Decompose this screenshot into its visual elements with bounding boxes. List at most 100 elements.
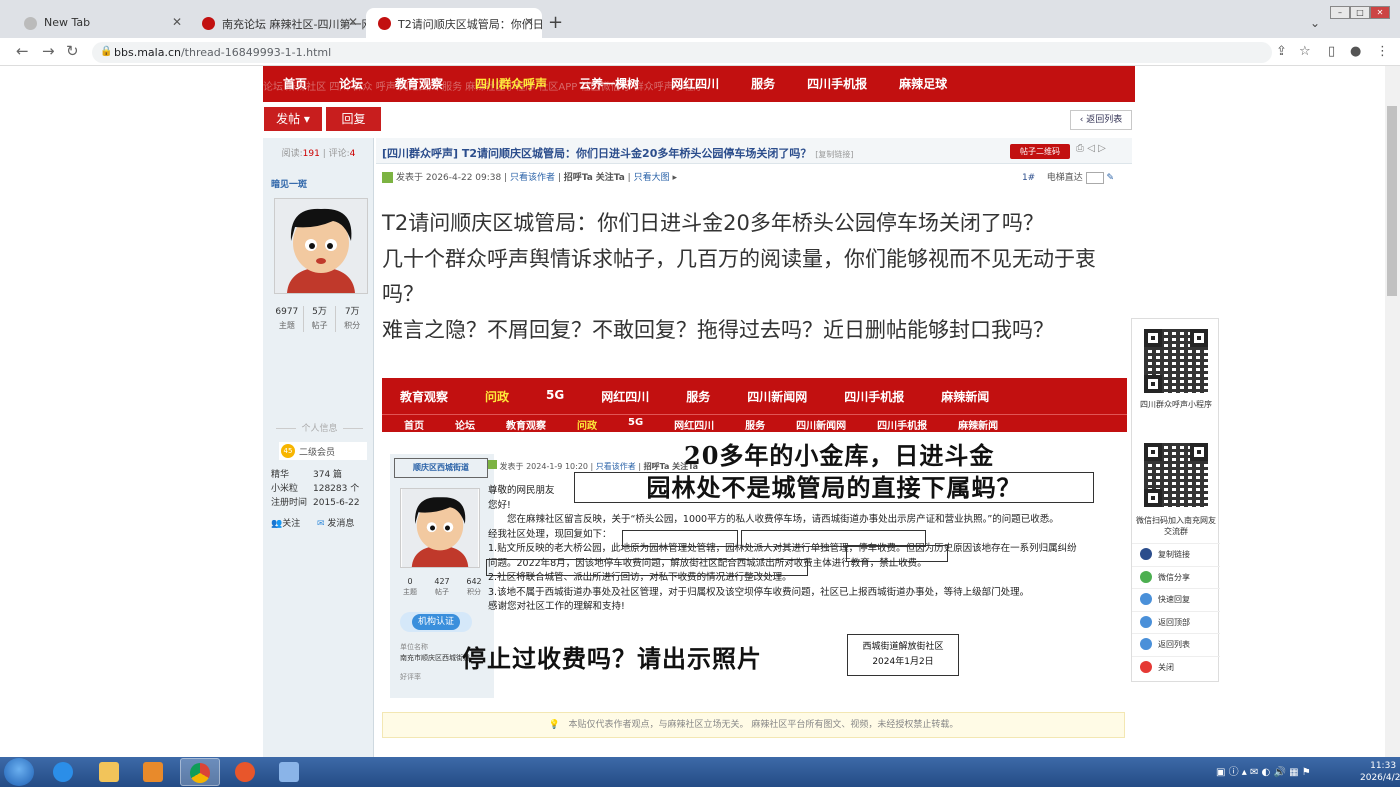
back-to-list-button[interactable]: ‹ 返回列表 (1070, 110, 1132, 130)
taskbar-app[interactable] (226, 758, 266, 786)
nav-item[interactable]: 网红四川 (671, 75, 719, 92)
nav-item[interactable]: 四川手机报 (807, 75, 867, 92)
follow-button[interactable]: 👥关注 (271, 516, 300, 529)
tab-new-tab[interactable]: New Tab ✕ (12, 8, 190, 38)
close-icon[interactable]: ✕ (348, 15, 358, 29)
chevron-down-icon[interactable]: ⌄ (1310, 16, 1320, 30)
taskbar-ie[interactable] (44, 758, 84, 786)
profile-icon[interactable]: ● (1350, 44, 1361, 59)
right-panel-label: 关闭 (1158, 662, 1174, 672)
taskbar-chrome[interactable] (180, 758, 220, 786)
sidepanel-icon[interactable]: ▯ (1328, 44, 1335, 59)
embedded-post-time: 发表于 2024-1-9 10:20 (499, 462, 588, 471)
ie-icon (53, 762, 73, 782)
right-panel-item[interactable]: 关闭 (1132, 655, 1220, 678)
thread-title: [四川群众呼声] T2请问顺庆区城管局：你们日进斗金20多年桥头公园停车场关闭了… (382, 145, 853, 161)
nav-item[interactable]: 教育观察 (395, 75, 443, 92)
start-button[interactable] (4, 758, 34, 786)
taskbar-explorer[interactable] (90, 758, 130, 786)
minimize-button[interactable]: – (1330, 6, 1350, 19)
qr-finder (1144, 375, 1162, 393)
embedded-nav-item: 服务 (686, 390, 711, 404)
qr2-caption: 微信扫码加入南充网友交流群 (1136, 516, 1216, 536)
prev-thread-icon[interactable]: ◁ (1087, 143, 1095, 154)
highlight-box (622, 530, 738, 547)
embedded-nav-item: 麻辣新闻 (941, 390, 990, 404)
post-qr-button[interactable]: 帖子二维码 (1010, 144, 1070, 159)
forward-arrow-icon[interactable]: → (42, 42, 55, 60)
reload-icon[interactable]: ↻ (66, 42, 79, 60)
embedded-nav-item: 网红四川 (674, 421, 715, 432)
close-window-button[interactable]: ✕ (1370, 6, 1390, 19)
replies-count: 4 (349, 149, 356, 159)
go-icon[interactable]: ✎ (1106, 173, 1114, 183)
count-topics: 0 主题 (394, 576, 426, 598)
close-icon[interactable]: ✕ (172, 15, 182, 29)
menu-dots-icon[interactable]: ⋮ (1376, 44, 1389, 59)
avatar[interactable] (274, 198, 368, 294)
page-scrollbar[interactable] (1385, 66, 1400, 757)
lock-icon: 🔒 (100, 46, 113, 57)
tab-thread[interactable]: T2请问顺庆区城管局：你们日进斗 ✕ (366, 8, 542, 38)
back-arrow-icon[interactable]: ← (16, 42, 29, 60)
right-panel-item[interactable]: 快速回复 (1132, 588, 1220, 610)
nav-item[interactable]: 麻辣足球 (899, 75, 947, 92)
follow-label: 关注 (282, 519, 301, 529)
stamp-date: 2024年1月2日 (872, 657, 934, 667)
jump-input[interactable] (1085, 171, 1104, 184)
url-field[interactable]: 🔒 bbs.mala.cn/thread-16849993-1-1.html (92, 42, 1272, 63)
nav-item[interactable]: 四川群众呼声 (475, 75, 547, 92)
count-posts[interactable]: 5万 帖子 (304, 306, 337, 332)
share-icon[interactable]: ⇪ (1276, 44, 1287, 59)
count-label: 帖子 (435, 588, 449, 596)
embedded-author-name: 顺庆区西城街道 (394, 458, 488, 478)
author-name[interactable]: 暗见一斑 (271, 177, 307, 190)
highlight-box (846, 545, 948, 562)
nav-item[interactable]: 首页 (283, 75, 307, 92)
nav-item[interactable]: 服务 (751, 75, 775, 92)
embedded-screenshot[interactable]: 教育观察 问政 5G 网红四川 服务 四川新闻网 四川手机报 麻辣新闻 首页 论坛 教育观察 问政 5… (382, 378, 1127, 698)
post-button[interactable]: 发帖 ▾ (264, 107, 322, 131)
new-tab-button[interactable]: + (548, 14, 563, 32)
right-panel-item[interactable]: 复制链接 (1132, 543, 1220, 565)
right-panel-item[interactable]: 返回顶部 (1132, 610, 1220, 633)
maximize-button[interactable]: □ (1350, 6, 1370, 19)
qr1-caption: 四川群众呼声小程序 (1140, 400, 1212, 409)
taskbar-media[interactable] (134, 758, 174, 786)
next-thread-icon[interactable]: ▷ (1098, 143, 1106, 154)
only-author-link[interactable]: 只看该作者 (510, 173, 555, 183)
tab-mala-forum[interactable]: 南充论坛 麻辣社区-四川第一网络 ✕ (190, 8, 366, 38)
count-topics[interactable]: 6977 主题 (271, 306, 304, 332)
count-label: 帖子 (311, 321, 328, 330)
nav-item[interactable]: 论坛 (339, 75, 363, 92)
only-image-link[interactable]: 只看大图 (634, 173, 670, 183)
taskbar-paint[interactable] (270, 758, 310, 786)
reply-button[interactable]: 回复 (326, 107, 381, 131)
browser-tabstrip: New Tab ✕ 南充论坛 麻辣社区-四川第一网络 ✕ T2请问顺庆区城管局：… (0, 0, 1400, 38)
clock[interactable]: 11:33 2026/4/22 (1360, 760, 1400, 784)
cert-label: 机构认证 (411, 614, 460, 630)
author-sidebar: 阅读:191 | 评论:4 暗见一斑 6977 主题 5万 帖子 7万 积分 个人信息… (263, 138, 374, 757)
follow-ta-link[interactable]: 关注Ta (596, 173, 625, 183)
info-row: 精华 374 篇 (271, 468, 371, 482)
clock-time: 11:33 (1370, 761, 1397, 771)
system-tray[interactable]: ▣ ⓘ ▴ ✉ ◐ 🔊 ▦ ⚑ (1216, 763, 1311, 778)
action-icon (1140, 615, 1152, 628)
embedded-reply-line: 3.该地不属于西城街道办事处及社区管理，对于归属权及该空坝停车收费问题，社区已上… (488, 586, 1030, 598)
copy-link[interactable]: [复制链接] (815, 150, 853, 159)
media-player-icon (143, 762, 163, 782)
scrollbar-thumb[interactable] (1387, 106, 1397, 296)
right-panel-item[interactable]: 微信分享 (1132, 565, 1220, 588)
right-panel-item[interactable]: 返回列表 (1132, 633, 1220, 655)
print-icon[interactable]: ⎙ (1076, 143, 1084, 154)
post-main: [四川群众呼声] T2请问顺庆区城管局：你们日进斗金20多年桥头公园停车场关闭了… (376, 138, 1132, 757)
count-points[interactable]: 7万 积分 (336, 306, 368, 332)
embedded-nav-item: 问政 (577, 421, 597, 432)
message-button[interactable]: ✉ 发消息 (317, 516, 354, 529)
nav-item[interactable]: 云养一棵树 (579, 75, 639, 92)
greet-link[interactable]: 招呼Ta (564, 173, 593, 183)
star-icon[interactable]: ☆ (1299, 44, 1311, 59)
disclaimer-text: 本贴仅代表作者观点，与麻辣社区立场无关。 麻辣社区平台所有图文、视频，未经授权禁… (568, 720, 959, 730)
close-icon[interactable]: ✕ (524, 15, 534, 29)
windows-taskbar: ▣ ⓘ ▴ ✉ ◐ 🔊 ▦ ⚑ 11:33 2026/4/22 (0, 757, 1400, 787)
